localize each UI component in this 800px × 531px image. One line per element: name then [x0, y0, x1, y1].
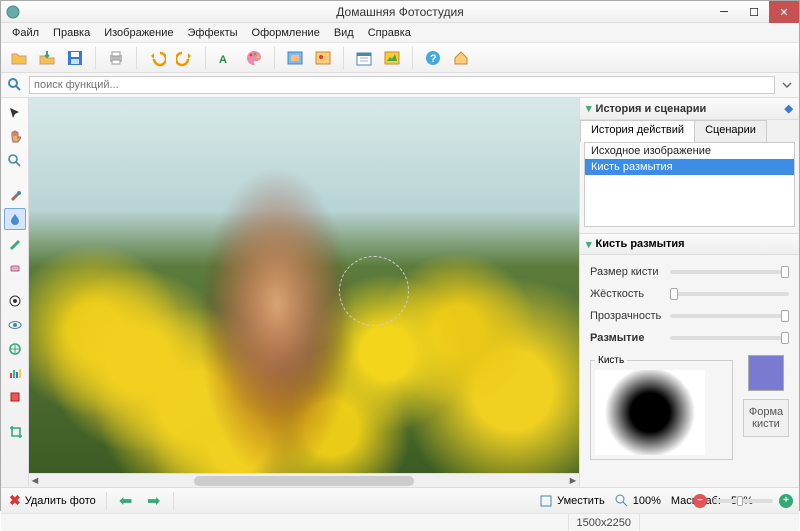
status-dimensions: 1500x2250	[568, 514, 639, 531]
crop-tool-icon[interactable]	[4, 420, 26, 442]
blur-tool-icon[interactable]	[4, 208, 26, 230]
zoom-tool-icon[interactable]	[4, 150, 26, 172]
search-input[interactable]	[29, 76, 775, 94]
window-title: Домашняя Фотостудия	[336, 5, 463, 19]
menu-image[interactable]: Изображение	[97, 27, 180, 39]
pointer-tool-icon[interactable]	[4, 102, 26, 124]
history-list[interactable]: Исходное изображение Кисть размытия	[584, 142, 795, 227]
scroll-thumb[interactable]	[194, 476, 414, 486]
brush-section-title: Кисть размытия	[596, 238, 685, 250]
eraser-tool-icon[interactable]	[4, 256, 26, 278]
toolbar: A ?	[1, 43, 799, 73]
palette-icon[interactable]	[242, 46, 266, 70]
redo-icon[interactable]	[173, 46, 197, 70]
menu-edit[interactable]: Правка	[46, 27, 97, 39]
close-button[interactable]: ✕	[769, 1, 799, 23]
zoom-in-button[interactable]: +	[779, 494, 793, 508]
hardness-label: Жёсткость	[590, 288, 662, 300]
pin-icon[interactable]: ◆	[785, 102, 793, 115]
history-title: История и сценарии	[596, 103, 707, 115]
brush-cursor	[339, 256, 409, 326]
fit-icon	[539, 494, 553, 508]
scroll-right-icon[interactable]: ►	[567, 475, 579, 487]
opacity-label: Прозрачность	[590, 310, 662, 322]
history-item[interactable]: Кисть размытия	[585, 159, 794, 175]
photo-content	[29, 98, 579, 473]
zoom-out-button[interactable]: −	[693, 494, 707, 508]
menubar: Файл Правка Изображение Эффекты Оформлен…	[1, 23, 799, 43]
collapse-icon[interactable]: ▾	[586, 238, 592, 251]
print-icon[interactable]	[104, 46, 128, 70]
history-panel-header: ▾ История и сценарии ◆	[580, 98, 799, 120]
open-icon[interactable]	[7, 46, 31, 70]
size-slider[interactable]	[670, 270, 789, 274]
hand-tool-icon[interactable]	[4, 126, 26, 148]
brush-tool-icon[interactable]	[4, 184, 26, 206]
frame1-icon[interactable]	[283, 46, 307, 70]
svg-text:?: ?	[430, 53, 437, 65]
status-empty	[639, 514, 799, 531]
levels-tool-icon[interactable]	[4, 362, 26, 384]
blur-label: Размытие	[590, 332, 662, 344]
frame2-icon[interactable]	[311, 46, 335, 70]
horizontal-scrollbar[interactable]: ◄ ►	[29, 473, 579, 487]
undo-icon[interactable]	[145, 46, 169, 70]
opacity-slider[interactable]	[670, 314, 789, 318]
menu-file[interactable]: Файл	[5, 27, 46, 39]
dodge-tool-icon[interactable]	[4, 290, 26, 312]
blur-slider[interactable]	[670, 336, 789, 340]
search-icon	[7, 77, 23, 93]
brush-legend: Кисть	[595, 355, 627, 366]
brush-preview	[595, 370, 705, 455]
svg-text:A: A	[219, 54, 227, 66]
sharpen-tool-icon[interactable]	[4, 338, 26, 360]
export-icon[interactable]	[35, 46, 59, 70]
hundred-button[interactable]: 100%	[615, 494, 661, 508]
color-swatch[interactable]	[748, 355, 784, 391]
statusbar: 1500x2250	[1, 513, 799, 531]
save-icon[interactable]	[63, 46, 87, 70]
hardness-slider[interactable]	[670, 292, 789, 296]
brush-shape-button[interactable]: Форма кисти	[743, 399, 789, 437]
app-icon	[5, 4, 21, 20]
scroll-left-icon[interactable]: ◄	[29, 475, 41, 487]
zoom-slider[interactable]	[713, 499, 773, 503]
menu-help[interactable]: Справка	[361, 27, 418, 39]
size-label: Размер кисти	[590, 266, 662, 278]
collapse-icon[interactable]: ▾	[586, 102, 592, 115]
eye-tool-icon[interactable]	[4, 314, 26, 336]
delete-icon: ✖	[9, 492, 21, 509]
tab-scenarios[interactable]: Сценарии	[694, 120, 767, 142]
brush-section-header: ▾ Кисть размытия	[580, 233, 799, 255]
right-panel: ▾ История и сценарии ◆ История действий …	[579, 98, 799, 487]
brush-preview-box: Кисть	[590, 355, 733, 460]
history-tabs: История действий Сценарии	[580, 120, 799, 142]
collage-icon[interactable]	[380, 46, 404, 70]
home-icon[interactable]	[449, 46, 473, 70]
next-photo-button[interactable]: ➡	[145, 492, 163, 510]
tab-history[interactable]: История действий	[580, 120, 695, 142]
help-icon[interactable]: ?	[421, 46, 445, 70]
pencil-tool-icon[interactable]	[4, 232, 26, 254]
fit-button[interactable]: Уместить	[539, 494, 605, 508]
maximize-button[interactable]: ☐	[739, 1, 769, 23]
menu-decoration[interactable]: Оформление	[245, 27, 327, 39]
history-item[interactable]: Исходное изображение	[585, 143, 794, 159]
prev-photo-button[interactable]: ⬅	[117, 492, 135, 510]
delete-photo-button[interactable]: ✖Удалить фото	[9, 492, 96, 509]
minimize-button[interactable]: ─	[709, 1, 739, 23]
left-toolbar	[1, 98, 29, 487]
titlebar: Домашняя Фотостудия ─ ☐ ✕	[1, 1, 799, 23]
menu-view[interactable]: Вид	[327, 27, 361, 39]
canvas-area: ◄ ►	[29, 98, 579, 487]
stamp-tool-icon[interactable]	[4, 386, 26, 408]
text-icon[interactable]: A	[214, 46, 238, 70]
searchbar	[1, 73, 799, 98]
menu-effects[interactable]: Эффекты	[181, 27, 245, 39]
canvas[interactable]	[29, 98, 579, 473]
calendar-icon[interactable]	[352, 46, 376, 70]
search-dropdown-icon[interactable]	[781, 79, 793, 91]
zoom-icon	[615, 494, 629, 508]
bottombar: ✖Удалить фото ⬅ ➡ Уместить 100% Масштаб:…	[1, 487, 799, 513]
